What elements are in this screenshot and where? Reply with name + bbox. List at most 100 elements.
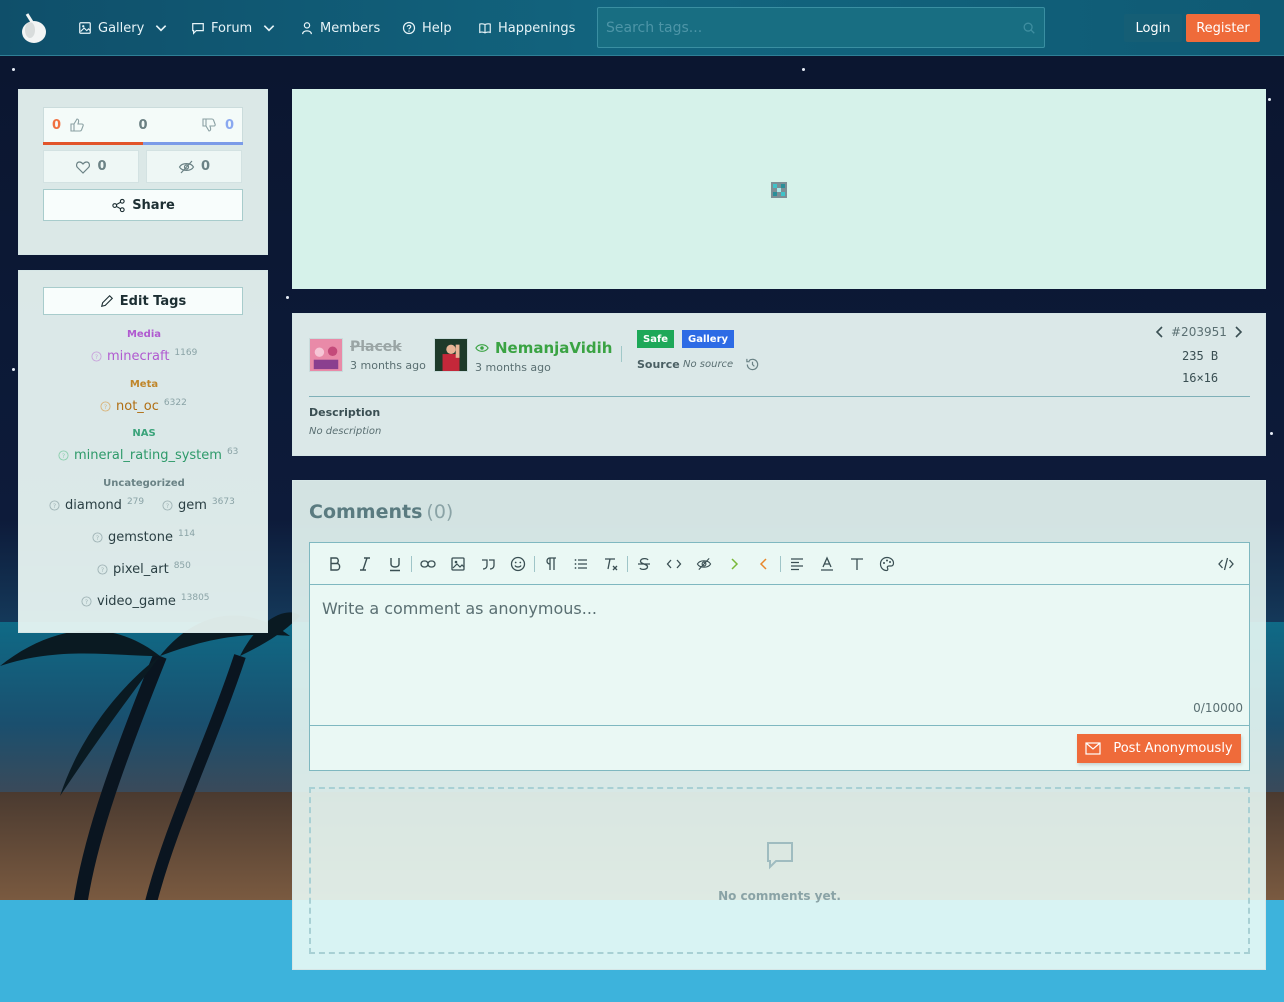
- tag-category-nas: NAS: [132, 428, 156, 439]
- tag-item[interactable]: ? mineral_rating_system 63: [58, 447, 239, 463]
- text-color-button[interactable]: [812, 549, 842, 579]
- tag-name[interactable]: diamond: [65, 498, 122, 513]
- chat-bubble-icon: [767, 842, 793, 870]
- nav-happenings[interactable]: Happenings: [478, 0, 575, 56]
- eye-slash-icon: [178, 160, 195, 173]
- list-button[interactable]: [566, 549, 596, 579]
- tag-item[interactable]: ? gem 3673: [162, 497, 235, 513]
- tag-name[interactable]: pixel_art: [113, 562, 169, 577]
- font-size-button[interactable]: [842, 549, 872, 579]
- help-icon: [402, 21, 416, 35]
- tag-search-input[interactable]: [606, 19, 1022, 36]
- uploader-name[interactable]: Placek: [350, 339, 402, 355]
- help-icon[interactable]: ?: [162, 500, 173, 511]
- upvote-button[interactable]: 0: [52, 117, 85, 133]
- tag-name[interactable]: not_oc: [116, 399, 159, 414]
- chevron-left-icon[interactable]: [1155, 326, 1165, 338]
- approver-avatar[interactable]: [434, 338, 468, 372]
- greentext-button[interactable]: [719, 549, 749, 579]
- vote-panel: 0 0 0 0 0 Share: [18, 89, 268, 255]
- share-button[interactable]: Share: [43, 189, 243, 221]
- tag-name[interactable]: minecraft: [107, 349, 169, 364]
- help-icon[interactable]: ?: [49, 500, 60, 511]
- register-button[interactable]: Register: [1186, 14, 1260, 42]
- rating-badge[interactable]: Safe: [637, 330, 675, 348]
- tag-category-media: Media: [126, 329, 162, 340]
- tag-item[interactable]: ? not_oc 6322: [100, 398, 187, 414]
- uploader-avatar[interactable]: [309, 338, 343, 372]
- tag-item[interactable]: ? video_game 13805: [81, 593, 210, 609]
- gallery-badge[interactable]: Gallery: [682, 330, 735, 348]
- comment-textarea[interactable]: Write a comment as anonymous...: [310, 585, 1249, 725]
- post-navigation: #203951: [1155, 325, 1243, 339]
- paragraph-button[interactable]: [536, 549, 566, 579]
- source-value: No source: [683, 359, 734, 370]
- edit-tags-button[interactable]: Edit Tags: [43, 287, 243, 315]
- tag-name[interactable]: gem: [178, 498, 207, 513]
- tag-name[interactable]: mineral_rating_system: [74, 448, 222, 463]
- help-icon[interactable]: ?: [91, 351, 102, 362]
- favorite-button[interactable]: 0: [43, 150, 139, 183]
- link-button[interactable]: [413, 549, 443, 579]
- nav-members-label: Members: [320, 20, 381, 36]
- search-icon[interactable]: [1022, 21, 1036, 35]
- approver-time: 3 months ago: [475, 361, 551, 374]
- nav-help[interactable]: Help: [402, 0, 452, 56]
- site-logo-icon[interactable]: [18, 12, 48, 44]
- nav-gallery-label: Gallery: [98, 20, 145, 36]
- tag-search-box: [597, 7, 1045, 48]
- text-color-icon: [821, 555, 833, 571]
- background-star: [12, 368, 15, 371]
- help-icon[interactable]: ?: [92, 532, 103, 543]
- history-icon[interactable]: [745, 357, 760, 372]
- orangetext-button[interactable]: [749, 549, 779, 579]
- tag-name[interactable]: video_game: [97, 594, 176, 609]
- bold-icon: [330, 556, 341, 571]
- hide-button[interactable]: 0: [146, 150, 242, 183]
- post-image[interactable]: [771, 182, 787, 198]
- tag-item[interactable]: ? pixel_art 850: [97, 561, 191, 577]
- chevron-right-icon[interactable]: [1233, 326, 1243, 338]
- nav-gallery[interactable]: Gallery: [78, 0, 168, 56]
- strikethrough-button[interactable]: [629, 549, 659, 579]
- align-button[interactable]: [782, 549, 812, 579]
- tag-name[interactable]: gemstone: [108, 530, 173, 545]
- post-anonymously-button[interactable]: Post Anonymously: [1077, 734, 1241, 763]
- emoji-button[interactable]: [503, 549, 533, 579]
- underline-button[interactable]: [380, 549, 410, 579]
- spoiler-button[interactable]: [689, 549, 719, 579]
- svg-text:?: ?: [104, 403, 107, 411]
- vote-row: 0 0 0: [43, 107, 243, 143]
- toolbar-divider: [534, 555, 535, 572]
- tag-count: 1169: [174, 348, 198, 358]
- italic-button[interactable]: [350, 549, 380, 579]
- tag-item[interactable]: ? diamond 279: [49, 497, 144, 513]
- nav-forum[interactable]: Forum: [191, 0, 276, 56]
- image-button[interactable]: [443, 549, 473, 579]
- nav-members[interactable]: Members: [300, 0, 380, 56]
- divider: [621, 346, 622, 362]
- code-button[interactable]: [659, 549, 689, 579]
- help-icon[interactable]: ?: [97, 564, 108, 575]
- nav-happenings-label: Happenings: [498, 20, 576, 36]
- downvote-button[interactable]: 0: [201, 117, 234, 133]
- edit-tags-label: Edit Tags: [119, 293, 187, 309]
- login-button[interactable]: Login: [1124, 14, 1182, 42]
- clear-format-button[interactable]: [596, 549, 626, 579]
- approver-name-link[interactable]: NemanjaVidih: [475, 339, 612, 357]
- image-icon: [451, 556, 465, 571]
- text-size-icon: [851, 557, 863, 570]
- tag-item[interactable]: ? gemstone 114: [92, 529, 195, 545]
- chevron-down-icon: [156, 25, 167, 32]
- help-icon[interactable]: ?: [81, 596, 92, 607]
- palette-icon: [879, 556, 895, 571]
- palette-button[interactable]: [872, 549, 902, 579]
- upvote-ratio-bar: [43, 142, 143, 145]
- tag-count: 63: [226, 447, 239, 457]
- help-icon[interactable]: ?: [58, 450, 69, 461]
- bold-button[interactable]: [320, 549, 350, 579]
- quote-button[interactable]: [473, 549, 503, 579]
- source-mode-button[interactable]: [1211, 549, 1241, 579]
- tag-item[interactable]: ? minecraft 1169: [91, 348, 198, 364]
- help-icon[interactable]: ?: [100, 401, 111, 412]
